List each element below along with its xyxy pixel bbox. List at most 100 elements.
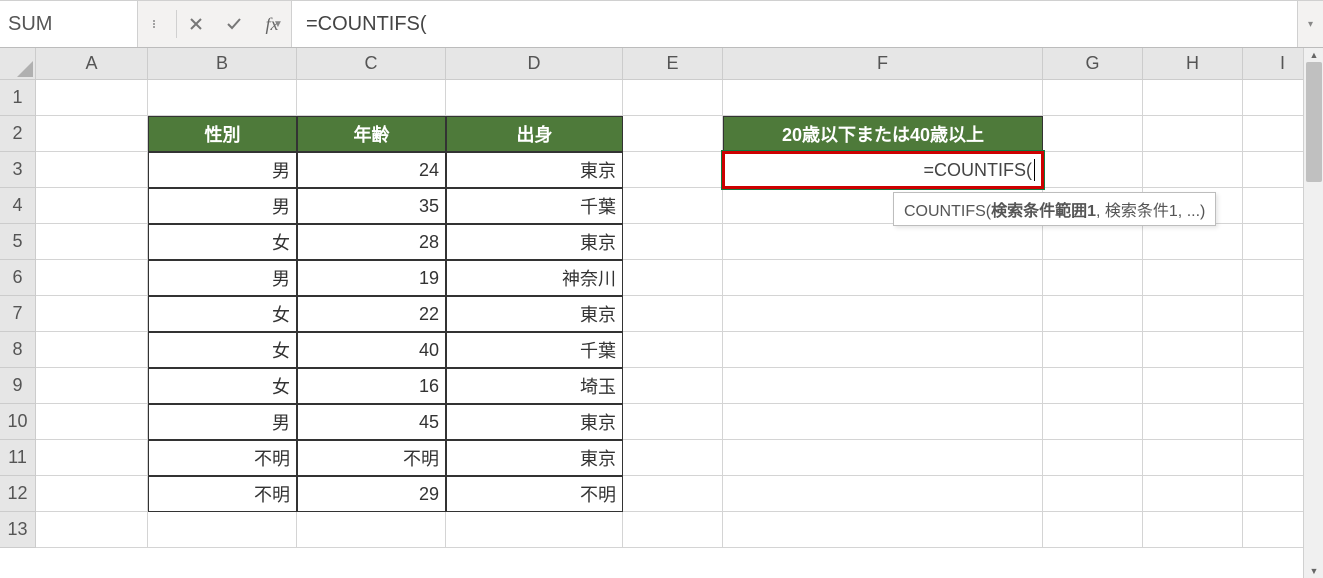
cell[interactable] xyxy=(36,152,148,188)
cell[interactable] xyxy=(1143,296,1243,332)
cell[interactable] xyxy=(723,476,1043,512)
cell[interactable] xyxy=(36,440,148,476)
cell[interactable]: 男 xyxy=(148,152,297,188)
cell[interactable] xyxy=(297,512,446,548)
cell[interactable] xyxy=(1043,152,1143,188)
scroll-down-icon[interactable]: ▼ xyxy=(1304,564,1323,578)
cell[interactable] xyxy=(1043,476,1143,512)
cell[interactable] xyxy=(1143,332,1243,368)
cell[interactable] xyxy=(1043,116,1143,152)
cell[interactable] xyxy=(297,80,446,116)
cell[interactable] xyxy=(1043,440,1143,476)
cell[interactable] xyxy=(1043,512,1143,548)
row-header-3[interactable]: 3 xyxy=(0,152,36,188)
cell[interactable] xyxy=(1143,116,1243,152)
name-box-input[interactable] xyxy=(8,13,273,36)
cell[interactable] xyxy=(623,512,723,548)
scroll-up-icon[interactable]: ▲ xyxy=(1304,48,1323,62)
cell[interactable]: 35 xyxy=(297,188,446,224)
row-header-2[interactable]: 2 xyxy=(0,116,36,152)
cell[interactable]: 出身 xyxy=(446,116,623,152)
cell[interactable]: 女 xyxy=(148,332,297,368)
cell[interactable] xyxy=(623,188,723,224)
row-header-6[interactable]: 6 xyxy=(0,260,36,296)
cell[interactable]: 19 xyxy=(297,260,446,296)
column-header-F[interactable]: F xyxy=(723,48,1043,80)
cell[interactable] xyxy=(1143,152,1243,188)
cell[interactable]: 性別 xyxy=(148,116,297,152)
cell[interactable]: 45 xyxy=(297,404,446,440)
cell[interactable] xyxy=(623,116,723,152)
cell[interactable] xyxy=(1043,404,1143,440)
cell[interactable]: 神奈川 xyxy=(446,260,623,296)
column-header-H[interactable]: H xyxy=(1143,48,1243,80)
row-header-12[interactable]: 12 xyxy=(0,476,36,512)
cell[interactable] xyxy=(36,512,148,548)
cell[interactable] xyxy=(623,440,723,476)
cell[interactable]: 女 xyxy=(148,368,297,404)
cell[interactable]: 22 xyxy=(297,296,446,332)
cell[interactable] xyxy=(148,512,297,548)
cell[interactable]: 16 xyxy=(297,368,446,404)
cell[interactable]: 年齢 xyxy=(297,116,446,152)
cell[interactable]: 女 xyxy=(148,224,297,260)
cell[interactable]: 24 xyxy=(297,152,446,188)
cell[interactable] xyxy=(1143,440,1243,476)
cell[interactable] xyxy=(36,188,148,224)
cell[interactable] xyxy=(1043,332,1143,368)
vertical-scrollbar[interactable]: ▲ ▼ xyxy=(1303,48,1323,578)
cell[interactable]: 東京 xyxy=(446,296,623,332)
cell[interactable] xyxy=(36,116,148,152)
cell[interactable] xyxy=(723,332,1043,368)
cell[interactable]: 不明 xyxy=(148,476,297,512)
cell[interactable] xyxy=(446,80,623,116)
row-header-10[interactable]: 10 xyxy=(0,404,36,440)
cell[interactable] xyxy=(36,332,148,368)
cell[interactable] xyxy=(623,260,723,296)
cell[interactable] xyxy=(723,512,1043,548)
cell[interactable] xyxy=(36,368,148,404)
cell[interactable] xyxy=(623,80,723,116)
select-all-corner[interactable] xyxy=(0,48,36,80)
cell[interactable] xyxy=(1043,80,1143,116)
cell[interactable] xyxy=(1043,224,1143,260)
cell[interactable] xyxy=(723,368,1043,404)
cell[interactable]: 不明 xyxy=(297,440,446,476)
cell[interactable]: 20歳以下または40歳以上 xyxy=(723,116,1043,152)
column-header-E[interactable]: E xyxy=(623,48,723,80)
row-header-4[interactable]: 4 xyxy=(0,188,36,224)
row-header-11[interactable]: 11 xyxy=(0,440,36,476)
row-header-1[interactable]: 1 xyxy=(0,80,36,116)
cell[interactable] xyxy=(36,260,148,296)
cell[interactable] xyxy=(1043,296,1143,332)
formula-bar-expand-button[interactable]: ▾ xyxy=(1297,1,1323,47)
cell[interactable] xyxy=(1143,368,1243,404)
cell[interactable]: 男 xyxy=(148,188,297,224)
formula-input[interactable] xyxy=(291,1,1297,47)
cell[interactable] xyxy=(723,404,1043,440)
cell[interactable]: 男 xyxy=(148,260,297,296)
cell[interactable] xyxy=(1143,476,1243,512)
column-header-G[interactable]: G xyxy=(1043,48,1143,80)
column-header-A[interactable]: A xyxy=(36,48,148,80)
column-header-D[interactable]: D xyxy=(446,48,623,80)
cell[interactable] xyxy=(623,152,723,188)
cell[interactable]: 不明 xyxy=(446,476,623,512)
cell[interactable] xyxy=(36,80,148,116)
name-box-container[interactable]: ▼ xyxy=(0,1,138,47)
cell[interactable] xyxy=(36,224,148,260)
cell[interactable]: 東京 xyxy=(446,440,623,476)
cell[interactable]: 男 xyxy=(148,404,297,440)
cell[interactable] xyxy=(623,332,723,368)
column-header-B[interactable]: B xyxy=(148,48,297,80)
cell[interactable] xyxy=(1043,368,1143,404)
cell[interactable] xyxy=(36,404,148,440)
row-header-5[interactable]: 5 xyxy=(0,224,36,260)
cell[interactable] xyxy=(1143,512,1243,548)
cell[interactable]: 40 xyxy=(297,332,446,368)
cell[interactable] xyxy=(723,440,1043,476)
row-header-13[interactable]: 13 xyxy=(0,512,36,548)
cell[interactable] xyxy=(723,260,1043,296)
column-header-C[interactable]: C xyxy=(297,48,446,80)
cell[interactable]: 東京 xyxy=(446,224,623,260)
